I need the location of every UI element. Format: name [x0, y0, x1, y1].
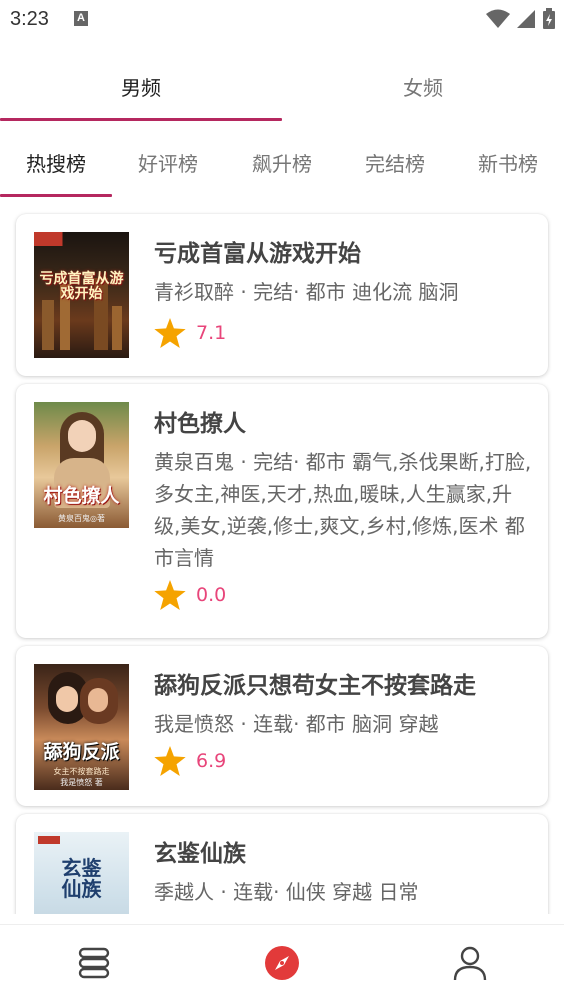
- book-list: 亏成首富从游戏开始 亏成首富从游戏开始 青衫取醉 · 完结· 都市 迪化流 脑洞…: [0, 198, 564, 914]
- book-title: 亏成首富从游戏开始: [154, 241, 361, 267]
- book-meta: 我是愤怒 · 连载· 都市 脑洞 穿越: [154, 712, 439, 736]
- rating: 7.1: [154, 318, 226, 348]
- book-title: 村色撩人: [154, 411, 246, 437]
- book-meta: 青衫取醉 · 完结· 都市 迪化流 脑洞: [154, 280, 459, 304]
- wifi-icon: [486, 9, 510, 28]
- tab-male[interactable]: 男频: [0, 72, 282, 101]
- book-card[interactable]: 舔狗反派 女主不按套路走 我是愤怒 著 舔狗反派只想苟女主不按套路走 我是愤怒 …: [16, 646, 548, 806]
- book-meta: 黄泉百鬼 · 完结· 都市 霸气,杀伐果断,打脸,多女主,神医,天才,热血,暖昧…: [154, 450, 532, 570]
- star-icon: [154, 580, 186, 610]
- star-icon: [154, 746, 186, 776]
- rating-value: 6.9: [196, 750, 227, 772]
- signal-icon: [517, 10, 535, 28]
- rating-value: 7.1: [196, 322, 227, 344]
- book-title: 玄鉴仙族: [154, 841, 246, 867]
- bookshelf-icon: [78, 947, 110, 979]
- book-cover: 舔狗反派 女主不按套路走 我是愤怒 著: [34, 664, 129, 790]
- status-bar: 3:23 A: [0, 0, 564, 40]
- cover-subtitle: 女主不按套路走: [53, 767, 110, 776]
- star-icon: [154, 318, 186, 348]
- nav-profile[interactable]: [450, 943, 490, 983]
- book-title: 舔狗反派只想苟女主不按套路走: [154, 673, 476, 699]
- person-icon: [453, 946, 487, 981]
- nav-bookshelf[interactable]: [74, 943, 114, 983]
- cover-author: 黄泉百鬼◎著: [58, 514, 105, 523]
- book-card[interactable]: 亏成首富从游戏开始 亏成首富从游戏开始 青衫取醉 · 完结· 都市 迪化流 脑洞…: [16, 214, 548, 376]
- cover-title: 亏成首富从游戏开始: [39, 271, 124, 303]
- tab-hot-search[interactable]: 热搜榜: [0, 148, 112, 177]
- rating: 0.0: [154, 580, 226, 610]
- book-cover: 亏成首富从游戏开始: [34, 232, 129, 358]
- bottom-nav: [0, 924, 564, 1004]
- book-cover: 村色撩人 黄泉百鬼◎著: [34, 402, 129, 528]
- rank-tabs: 热搜榜 好评榜 飙升榜 完结榜 新书榜: [0, 122, 564, 198]
- tab-completed[interactable]: 完结榜: [339, 148, 451, 177]
- cover-title: 舔狗反派: [43, 741, 120, 763]
- notification-icon: A: [74, 11, 88, 26]
- status-time: 3:23: [10, 8, 49, 30]
- book-cover: 玄鉴仙族: [34, 832, 129, 914]
- cover-title: 玄鉴仙族: [61, 856, 102, 901]
- rating-value: 0.0: [196, 584, 227, 606]
- book-meta: 季越人 · 连载· 仙侠 穿越 日常: [154, 880, 419, 904]
- tab-rising[interactable]: 飙升榜: [226, 148, 338, 177]
- book-card[interactable]: 村色撩人 黄泉百鬼◎著 村色撩人 黄泉百鬼 · 完结· 都市 霸气,杀伐果断,打…: [16, 384, 548, 638]
- battery-icon: [543, 8, 555, 29]
- rank-tab-indicator: [0, 194, 112, 197]
- tab-female[interactable]: 女频: [282, 72, 564, 101]
- gender-tab-indicator: [0, 118, 282, 121]
- tab-new-books[interactable]: 新书榜: [452, 148, 564, 177]
- cover-author: 我是愤怒 著: [60, 778, 103, 787]
- nav-discover[interactable]: [262, 943, 302, 983]
- book-card[interactable]: 玄鉴仙族 玄鉴仙族 季越人 · 连载· 仙侠 穿越 日常: [16, 814, 548, 914]
- gender-tabs: 男频 女频: [0, 52, 564, 122]
- status-icons: [486, 8, 556, 30]
- compass-icon: [265, 946, 299, 980]
- tab-top-rated[interactable]: 好评榜: [112, 148, 224, 177]
- cover-title: 村色撩人: [43, 485, 120, 507]
- rating: 6.9: [154, 746, 226, 776]
